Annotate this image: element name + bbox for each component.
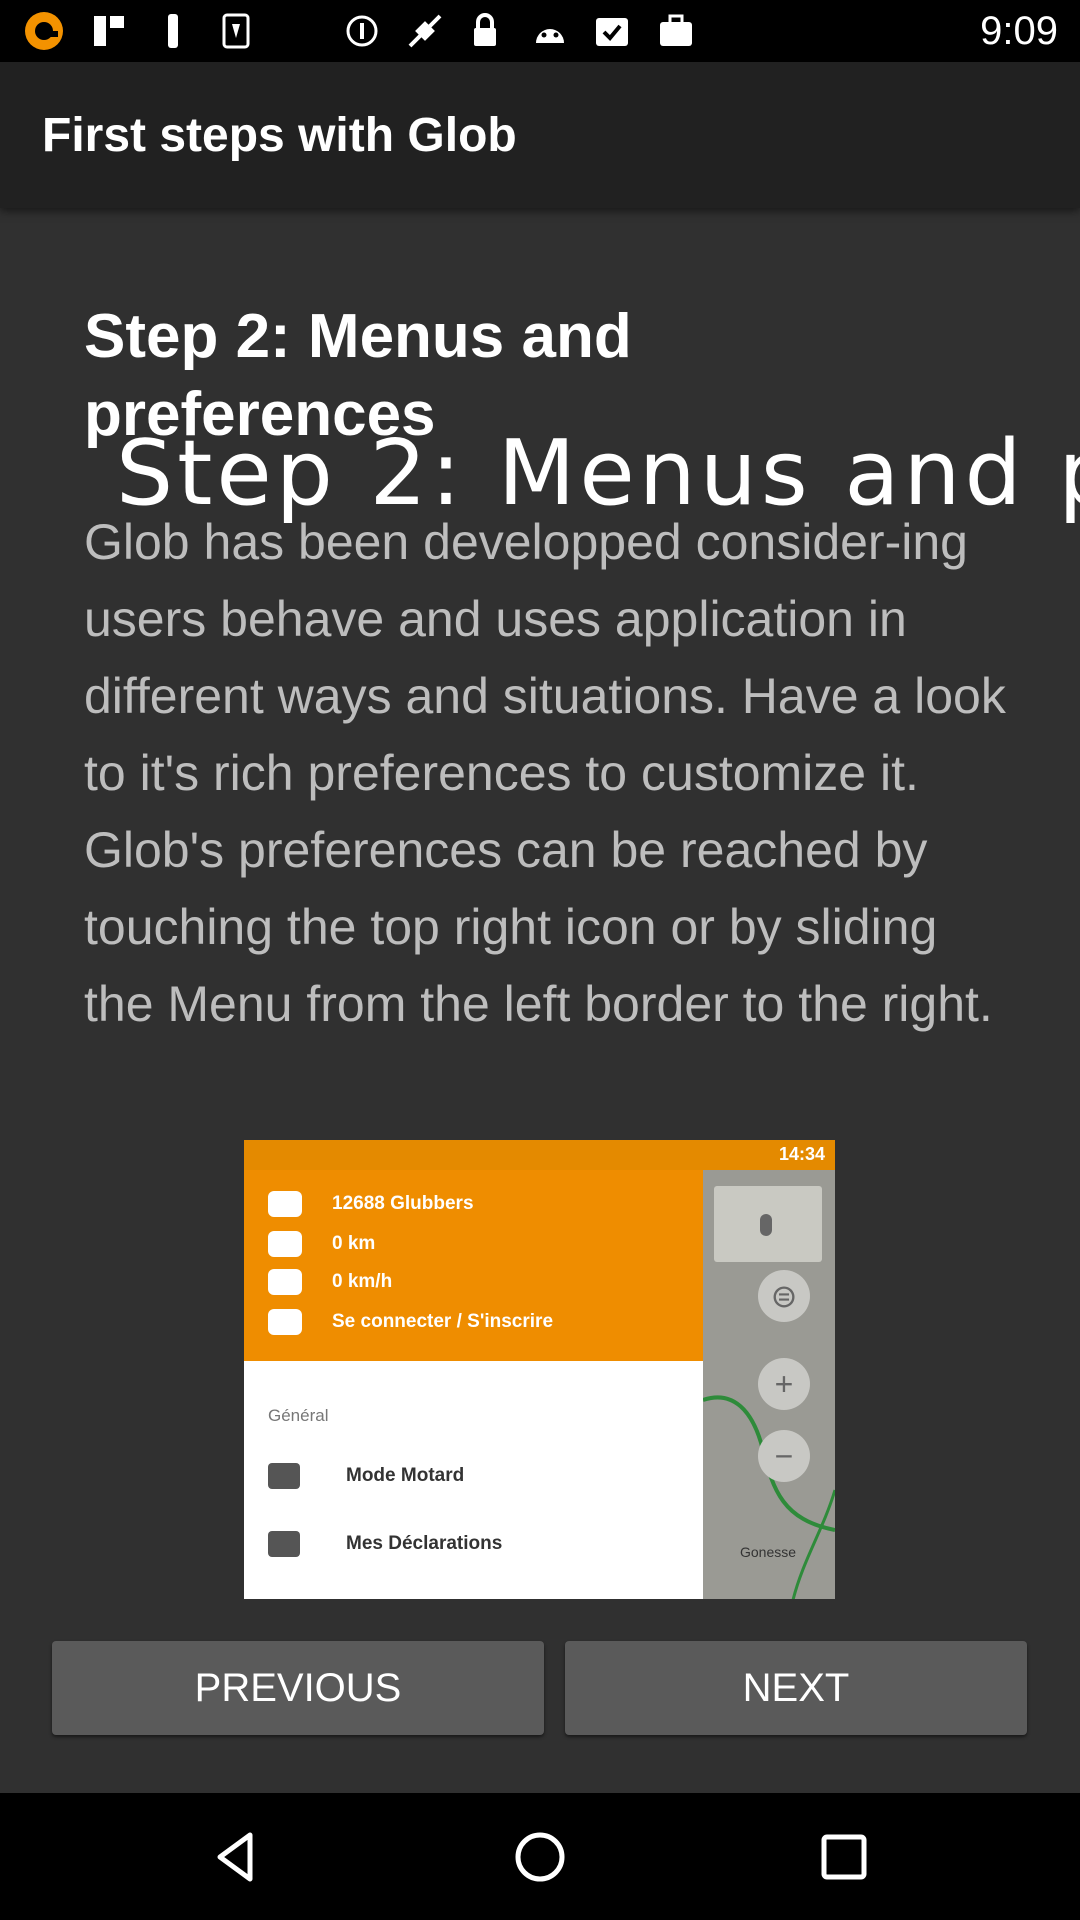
glob-icon xyxy=(268,1191,302,1217)
android-icon xyxy=(530,12,570,50)
screenshot-status-bar: 14:34 xyxy=(244,1140,835,1170)
step-description: Glob has been developped consider-ing us… xyxy=(84,514,1006,1032)
drawer-item-mode-motard: Mode Motard xyxy=(268,1456,464,1496)
drawer-row-glubbers: 12688 Glubbers xyxy=(268,1186,474,1222)
page-title: First steps with Glob xyxy=(42,109,517,162)
app-bar: First steps with Glob xyxy=(0,62,1080,208)
drawer-section-label: Général xyxy=(268,1406,329,1425)
tool-icon xyxy=(158,12,188,50)
glob-app-icon xyxy=(22,12,66,50)
status-bar: 9:09 xyxy=(0,0,1080,62)
previous-button[interactable]: PREVIOUS xyxy=(52,1641,544,1735)
road-icon xyxy=(268,1231,302,1257)
motorbike-icon xyxy=(268,1463,300,1489)
home-icon[interactable] xyxy=(500,1817,580,1897)
drawer-row-distance: 0 km xyxy=(268,1226,375,1262)
satellite-icon xyxy=(404,12,446,50)
map-town-label: Gonesse xyxy=(740,1544,797,1560)
flipboard-icon xyxy=(90,12,128,50)
lock-icon xyxy=(470,12,500,50)
drawer-row-login: Se connecter / S'inscrire xyxy=(268,1304,553,1340)
recents-icon[interactable] xyxy=(804,1817,884,1897)
phone-icon xyxy=(218,12,254,50)
map-traffic-button[interactable]: ⊜ xyxy=(758,1270,810,1322)
drawer-row-speed: 0 km/h xyxy=(268,1264,392,1300)
zoom-out-button[interactable]: − xyxy=(758,1430,810,1482)
back-icon[interactable] xyxy=(196,1817,276,1897)
person-icon xyxy=(268,1309,302,1335)
clipboard-check-icon xyxy=(268,1531,300,1557)
sync-icon xyxy=(344,12,380,50)
briefcase-icon xyxy=(656,12,696,50)
screenshot-map-toolbar xyxy=(714,1186,822,1262)
screenshot-time: 14:34 xyxy=(778,1144,825,1164)
clock: 9:09 xyxy=(980,9,1058,53)
speedometer-icon xyxy=(268,1269,302,1295)
system-nav-bar xyxy=(0,1793,1080,1920)
microphone-icon xyxy=(760,1214,772,1236)
checklist-icon xyxy=(592,12,632,50)
drawer-item-declarations: Mes Déclarations xyxy=(268,1524,502,1564)
tutorial-screenshot: 14:34 ⊜ + − Gonesse 12688 Glubbers 0 km … xyxy=(244,1140,835,1599)
next-button[interactable]: NEXT xyxy=(565,1641,1027,1735)
zoom-in-button[interactable]: + xyxy=(758,1358,810,1410)
